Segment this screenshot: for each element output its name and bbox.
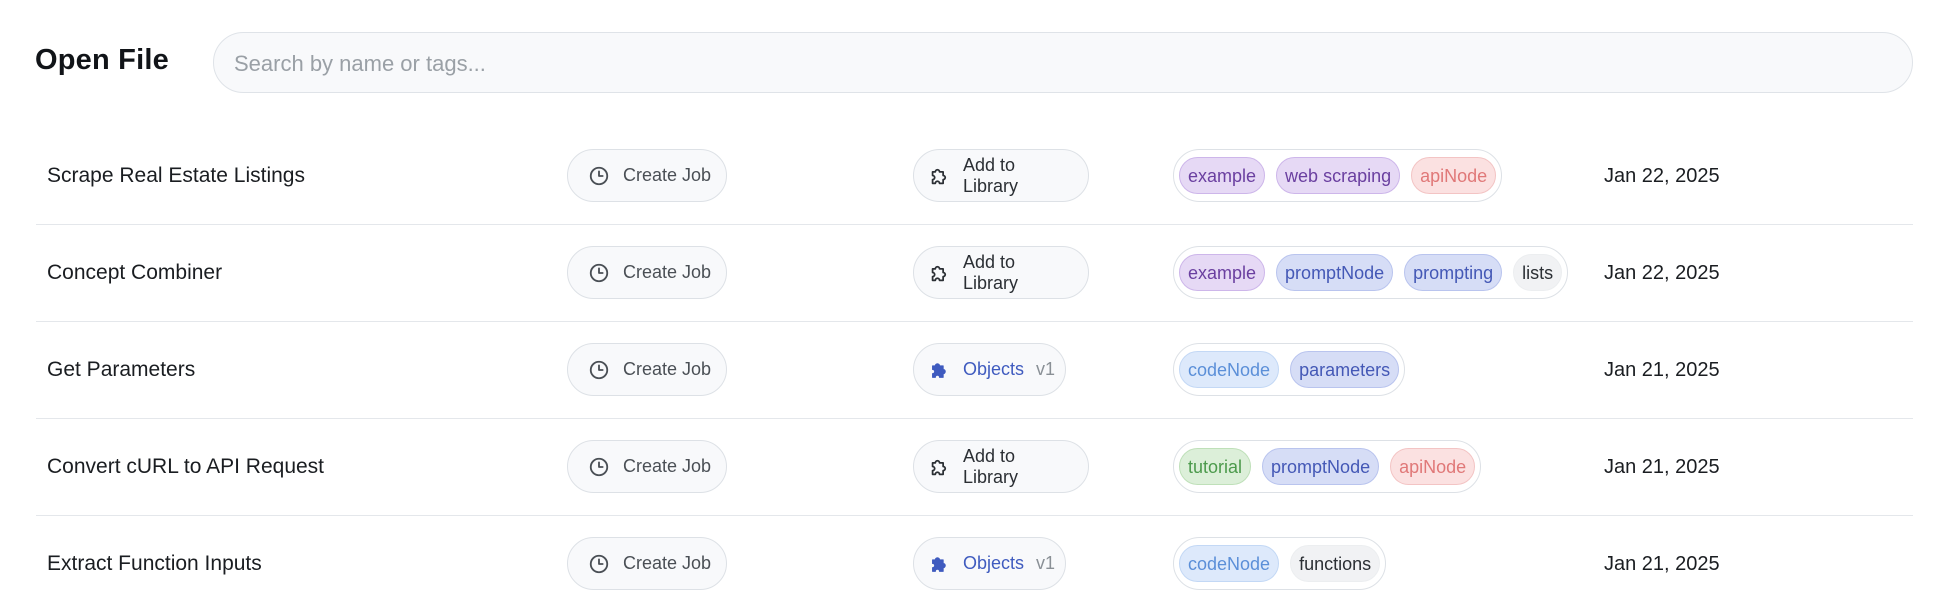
puzzle-filled-icon <box>928 553 950 575</box>
tag-group: codeNode parameters <box>1173 343 1406 396</box>
clock-icon <box>588 456 610 478</box>
create-job-label: Create Job <box>623 553 712 573</box>
puzzle-outline-icon <box>928 262 950 284</box>
file-row[interactable]: Extract Function Inputs Create Job Objec… <box>36 516 1913 612</box>
file-row[interactable]: Scrape Real Estate Listings Create Job A… <box>36 128 1913 225</box>
puzzle-filled-icon <box>928 359 950 381</box>
file-row[interactable]: Concept Combiner Create Job Add to Libra… <box>36 225 1913 322</box>
tag-chip[interactable]: tutorial <box>1179 448 1252 485</box>
file-name[interactable]: Scrape Real Estate Listings <box>47 128 305 224</box>
tag-chip[interactable]: lists <box>1513 254 1563 291</box>
objects-library-button[interactable]: Objects v1 <box>913 537 1066 590</box>
create-job-button[interactable]: Create Job <box>567 537 727 590</box>
file-date: Jan 21, 2025 <box>1604 359 1720 381</box>
add-to-library-button[interactable]: Add to Library <box>913 246 1089 299</box>
clock-icon <box>588 262 610 284</box>
create-job-button[interactable]: Create Job <box>567 246 727 299</box>
create-job-label: Create Job <box>623 165 712 185</box>
tag-chip[interactable]: web scraping <box>1276 157 1401 194</box>
tag-chip[interactable]: codeNode <box>1179 351 1280 388</box>
clock-icon <box>588 359 610 381</box>
search-bar[interactable] <box>213 32 1913 94</box>
file-name[interactable]: Get Parameters <box>47 322 195 418</box>
objects-label: Objects <box>963 359 1025 379</box>
tag-group: tutorial promptNode apiNode <box>1173 440 1482 493</box>
objects-label: Objects <box>963 553 1025 573</box>
file-name[interactable]: Extract Function Inputs <box>47 516 262 612</box>
clock-icon <box>588 553 610 575</box>
header: Open File <box>0 0 1953 128</box>
file-list: Scrape Real Estate Listings Create Job A… <box>36 128 1913 612</box>
version-label: v1 <box>1036 359 1056 379</box>
tag-group: example web scraping apiNode <box>1173 149 1503 202</box>
create-job-button[interactable]: Create Job <box>567 149 727 202</box>
tag-chip[interactable]: promptNode <box>1262 448 1380 485</box>
file-name[interactable]: Convert cURL to API Request <box>47 419 324 515</box>
create-job-button[interactable]: Create Job <box>567 440 727 493</box>
page-title: Open File <box>35 44 169 76</box>
puzzle-outline-icon <box>928 456 950 478</box>
tag-group: codeNode functions <box>1173 537 1387 590</box>
objects-library-button[interactable]: Objects v1 <box>913 343 1066 396</box>
version-label: v1 <box>1036 553 1056 573</box>
search-input[interactable] <box>232 33 1896 94</box>
file-row[interactable]: Convert cURL to API Request Create Job A… <box>36 419 1913 516</box>
add-to-library-label: Add to Library <box>963 251 1019 293</box>
tag-chip[interactable]: apiNode <box>1390 448 1476 485</box>
tag-chip[interactable]: codeNode <box>1179 545 1280 582</box>
add-to-library-button[interactable]: Add to Library <box>913 149 1089 202</box>
file-name[interactable]: Concept Combiner <box>47 225 222 321</box>
add-to-library-label: Add to Library <box>963 445 1019 487</box>
tag-chip[interactable]: example <box>1179 254 1266 291</box>
puzzle-outline-icon <box>928 165 950 187</box>
create-job-label: Create Job <box>623 456 712 476</box>
tag-chip[interactable]: parameters <box>1290 351 1400 388</box>
create-job-label: Create Job <box>623 262 712 282</box>
file-date: Jan 22, 2025 <box>1604 262 1720 284</box>
file-row[interactable]: Get Parameters Create Job Objects v1 cod… <box>36 322 1913 419</box>
add-to-library-label: Add to Library <box>963 154 1019 196</box>
file-date: Jan 21, 2025 <box>1604 553 1720 575</box>
create-job-label: Create Job <box>623 359 712 379</box>
tag-chip[interactable]: promptNode <box>1276 254 1394 291</box>
tag-chip[interactable]: apiNode <box>1411 157 1497 194</box>
clock-icon <box>588 165 610 187</box>
tag-chip[interactable]: example <box>1179 157 1266 194</box>
tag-chip[interactable]: prompting <box>1404 254 1503 291</box>
add-to-library-button[interactable]: Add to Library <box>913 440 1089 493</box>
create-job-button[interactable]: Create Job <box>567 343 727 396</box>
tag-chip[interactable]: functions <box>1290 545 1381 582</box>
file-date: Jan 21, 2025 <box>1604 456 1720 478</box>
file-date: Jan 22, 2025 <box>1604 165 1720 187</box>
tag-group: example promptNode prompting lists <box>1173 246 1569 299</box>
